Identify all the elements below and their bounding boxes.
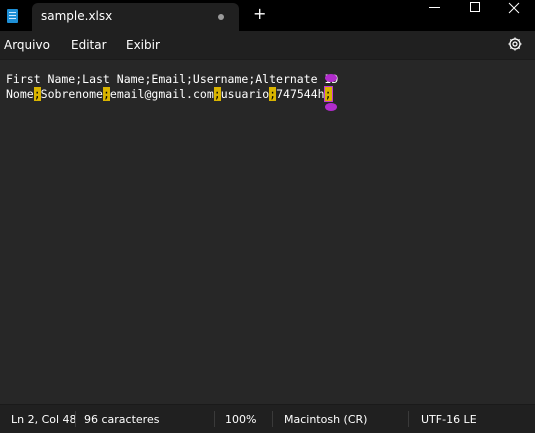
selection-handle-top[interactable] — [325, 74, 337, 82]
unsaved-dot-icon[interactable] — [218, 14, 224, 20]
text-segment: usuario — [220, 87, 270, 101]
selection-handle-bottom[interactable] — [325, 103, 337, 111]
text-segment: email@gmail.com — [109, 87, 214, 101]
text-editor[interactable]: First Name;Last Name;Email;Username;Alte… — [0, 59, 535, 405]
encoding[interactable]: UTF-16 LE — [421, 413, 477, 426]
divider — [75, 411, 76, 427]
selection-end-highlight: ; — [323, 86, 333, 102]
separator-highlight: ; — [33, 87, 41, 101]
divider — [408, 411, 409, 427]
cursor-position: Ln 2, Col 48 — [11, 413, 77, 426]
text-segment: Nome — [6, 87, 34, 101]
menu-exibir[interactable]: Exibir — [126, 38, 160, 52]
gear-icon[interactable] — [508, 37, 522, 51]
menu-arquivo[interactable]: Arquivo — [4, 38, 50, 52]
divider — [214, 411, 215, 427]
tab-title: sample.xlsx — [41, 9, 113, 23]
close-button[interactable] — [491, 0, 535, 16]
editor-line-1: First Name;Last Name;Email;Username;Alte… — [6, 72, 339, 86]
separator-highlight: ; — [102, 87, 110, 101]
status-bar: Ln 2, Col 48 96 caracteres 100% Macintos… — [0, 404, 535, 433]
editor-line-2: Nome;Sobrenome;email@gmail.com;usuario;7… — [6, 86, 333, 102]
divider — [272, 411, 273, 427]
menu-editar[interactable]: Editar — [71, 38, 107, 52]
character-count: 96 caracteres — [84, 413, 160, 426]
title-bar: sample.xlsx + — [0, 0, 535, 31]
text-segment: Sobrenome — [40, 87, 103, 101]
new-tab-button[interactable]: + — [253, 6, 266, 22]
menu-bar: Arquivo Editar Exibir — [0, 31, 535, 59]
line-ending[interactable]: Macintosh (CR) — [284, 413, 367, 426]
close-icon — [508, 2, 520, 14]
tab-sample-xlsx[interactable]: sample.xlsx — [32, 3, 239, 31]
separator-highlight: ; — [213, 87, 221, 101]
notepad-icon — [7, 9, 18, 23]
zoom-level[interactable]: 100% — [225, 413, 256, 426]
text-segment: 747544h — [276, 87, 325, 101]
